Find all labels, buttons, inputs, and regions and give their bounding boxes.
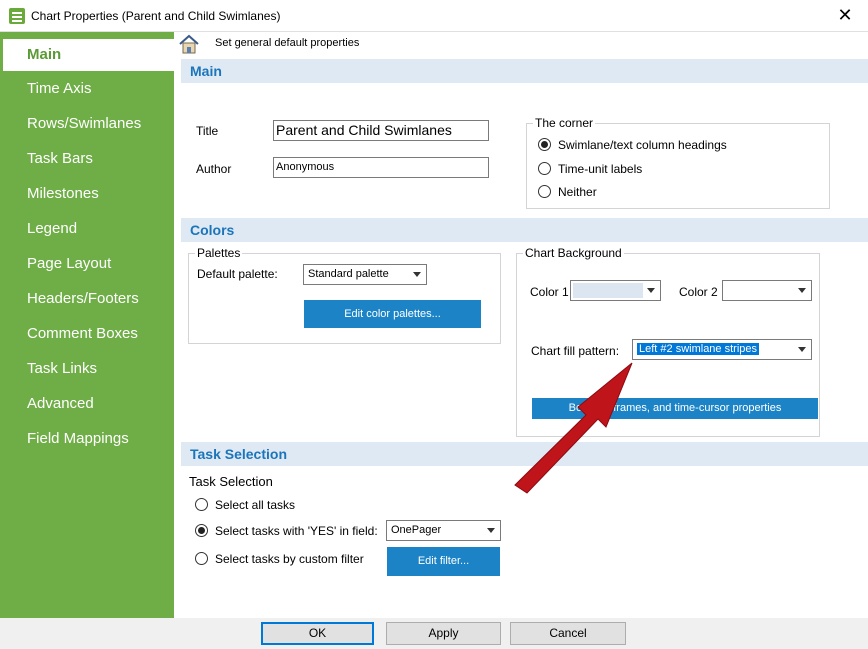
task-option-label: Select all tasks xyxy=(215,498,296,512)
sidebar: Main Time Axis Rows/Swimlanes Task Bars … xyxy=(0,32,174,618)
radio-checked-icon xyxy=(538,138,551,151)
window-title: Chart Properties (Parent and Child Swiml… xyxy=(31,9,281,23)
color1-label: Color 1 xyxy=(530,285,569,299)
sidebar-item-task-links[interactable]: Task Links xyxy=(0,351,174,386)
palettes-legend: Palettes xyxy=(197,246,241,260)
yes-field-select[interactable]: OnePager xyxy=(386,520,501,541)
edit-color-palettes-button[interactable]: Edit color palettes... xyxy=(304,300,481,328)
sidebar-item-time-axis[interactable]: Time Axis xyxy=(0,71,174,106)
edit-filter-button[interactable]: Edit filter... xyxy=(387,547,500,576)
default-palette-value: Standard palette xyxy=(308,268,389,280)
color2-label: Color 2 xyxy=(679,285,718,299)
sidebar-item-task-bars[interactable]: Task Bars xyxy=(0,141,174,176)
sidebar-item-page-layout[interactable]: Page Layout xyxy=(0,246,174,281)
chart-fill-pattern-value: Left #2 swimlane stripes xyxy=(637,343,759,355)
sidebar-item-main[interactable]: Main xyxy=(3,39,174,71)
section-header-main: Main xyxy=(181,59,868,83)
chevron-down-icon xyxy=(647,288,655,293)
home-icon[interactable] xyxy=(178,34,200,54)
section-header-task-selection: Task Selection xyxy=(181,442,868,466)
custom-filter-option[interactable]: Select tasks by custom filter xyxy=(195,551,364,567)
chevron-down-icon xyxy=(798,347,806,352)
sidebar-item-comment-boxes[interactable]: Comment Boxes xyxy=(0,316,174,351)
radio-unchecked-icon xyxy=(538,162,551,175)
corner-option-label: Time-unit labels xyxy=(558,162,643,176)
color1-select[interactable] xyxy=(570,280,661,301)
task-option-label: Select tasks by custom filter xyxy=(215,552,364,566)
sidebar-item-legend[interactable]: Legend xyxy=(0,211,174,246)
chevron-down-icon xyxy=(413,272,421,277)
content-panel: Set general default properties Main Titl… xyxy=(174,32,868,618)
app-icon xyxy=(9,8,25,24)
section-header-colors: Colors xyxy=(181,218,868,242)
radio-unchecked-icon xyxy=(195,552,208,565)
breadcrumb: Set general default properties xyxy=(174,32,868,58)
corner-option-headings[interactable]: Swimlane/text column headings xyxy=(538,137,727,153)
corner-legend: The corner xyxy=(535,116,594,130)
chevron-down-icon xyxy=(487,528,495,533)
cancel-button[interactable]: Cancel xyxy=(510,622,626,645)
sidebar-item-advanced[interactable]: Advanced xyxy=(0,386,174,421)
chart-fill-pattern-label: Chart fill pattern: xyxy=(531,344,620,358)
select-yes-field-option[interactable]: Select tasks with 'YES' in field: xyxy=(195,523,378,539)
default-palette-select[interactable]: Standard palette xyxy=(303,264,427,285)
radio-checked-icon xyxy=(195,524,208,537)
chevron-down-icon xyxy=(798,288,806,293)
chart-background-legend: Chart Background xyxy=(525,246,622,260)
corner-option-time-unit[interactable]: Time-unit labels xyxy=(538,161,642,177)
default-palette-label: Default palette: xyxy=(197,267,278,281)
close-icon[interactable]: ✕ xyxy=(822,0,868,32)
task-option-label: Select tasks with 'YES' in field: xyxy=(215,524,378,538)
breadcrumb-text: Set general default properties xyxy=(215,37,360,49)
sidebar-item-headers-footers[interactable]: Headers/Footers xyxy=(0,281,174,316)
title-bar: Chart Properties (Parent and Child Swiml… xyxy=(0,0,868,32)
author-label: Author xyxy=(196,162,232,176)
palettes-group: Palettes xyxy=(188,246,501,344)
task-selection-label: Task Selection xyxy=(189,474,273,489)
corner-option-label: Neither xyxy=(558,185,597,199)
corner-option-label: Swimlane/text column headings xyxy=(558,138,727,152)
radio-unchecked-icon xyxy=(538,185,551,198)
title-label: Title xyxy=(196,124,219,138)
color2-select[interactable] xyxy=(722,280,812,301)
sidebar-item-field-mappings[interactable]: Field Mappings xyxy=(0,421,174,456)
borders-frames-button[interactable]: Borders, frames, and time-cursor propert… xyxy=(532,398,818,419)
radio-unchecked-icon xyxy=(195,498,208,511)
color1-swatch xyxy=(573,283,643,298)
ok-button[interactable]: OK xyxy=(261,622,374,645)
yes-field-value: OnePager xyxy=(391,524,442,536)
author-field[interactable]: Anonymous xyxy=(273,157,489,178)
select-all-tasks-option[interactable]: Select all tasks xyxy=(195,497,295,513)
apply-button[interactable]: Apply xyxy=(386,622,501,645)
corner-option-neither[interactable]: Neither xyxy=(538,184,597,200)
sidebar-item-milestones[interactable]: Milestones xyxy=(0,176,174,211)
chart-fill-pattern-select[interactable]: Left #2 swimlane stripes xyxy=(632,339,812,360)
title-field[interactable]: Parent and Child Swimlanes xyxy=(273,120,489,141)
sidebar-item-rows-swimlanes[interactable]: Rows/Swimlanes xyxy=(0,106,174,141)
